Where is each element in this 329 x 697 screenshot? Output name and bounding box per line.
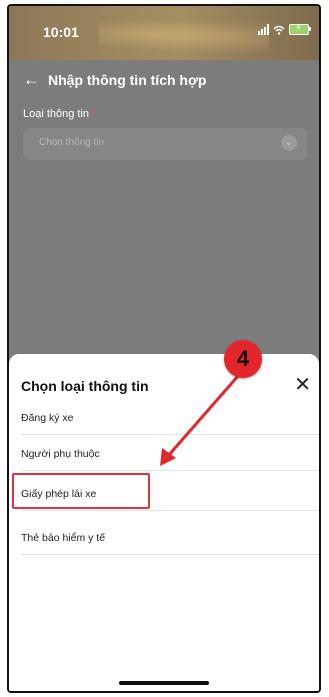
nav-bar: ← Nhập thông tin tích hợp xyxy=(23,70,206,90)
option-label: Người phụ thuộc xyxy=(21,448,100,460)
back-arrow-icon[interactable]: ← xyxy=(23,70,40,90)
close-icon[interactable]: ✕ xyxy=(294,372,311,397)
status-bar-decoration xyxy=(99,16,269,52)
option-label: Đăng ký xe xyxy=(21,412,74,424)
sheet-title: Chọn loại thông tin xyxy=(21,378,149,394)
home-indicator xyxy=(119,681,209,685)
status-icons: ⚡ xyxy=(258,23,311,35)
highlight-box xyxy=(12,473,150,509)
chevron-down-icon: ⌄ xyxy=(281,135,297,151)
info-type-label-text: Loại thông tin xyxy=(23,108,90,120)
status-bar: 10:01 ⚡ xyxy=(9,6,319,60)
wifi-icon xyxy=(273,25,285,35)
option-the-bao-hiem-y-te[interactable]: Thẻ bảo hiểm y tế xyxy=(21,524,319,555)
info-type-label: Loại thông tin * xyxy=(23,108,96,120)
step-number-badge: 4 xyxy=(224,340,262,378)
battery-icon: ⚡ xyxy=(289,23,311,35)
signal-icon xyxy=(258,24,269,35)
status-time: 10:01 xyxy=(43,24,79,40)
bottom-sheet: Chọn loại thông tin ✕ Đăng ký xe Người p… xyxy=(9,354,319,691)
page-title: Nhập thông tin tích hợp xyxy=(48,72,207,88)
option-dang-ky-xe[interactable]: Đăng ký xe xyxy=(21,404,319,435)
phone-frame: 10:01 ⚡ ← Nhập thông tin tích hợp Loại t… xyxy=(7,4,321,693)
option-nguoi-phu-thuoc[interactable]: Người phụ thuộc xyxy=(21,440,319,471)
required-mark: * xyxy=(92,108,97,120)
option-label: Thẻ bảo hiểm y tế xyxy=(21,532,106,544)
background-screen: ← Nhập thông tin tích hợp Loại thông tin… xyxy=(9,60,319,360)
select-placeholder: Chọn thông tin xyxy=(39,137,105,148)
info-type-select[interactable]: Chọn thông tin ⌄ xyxy=(23,128,307,160)
